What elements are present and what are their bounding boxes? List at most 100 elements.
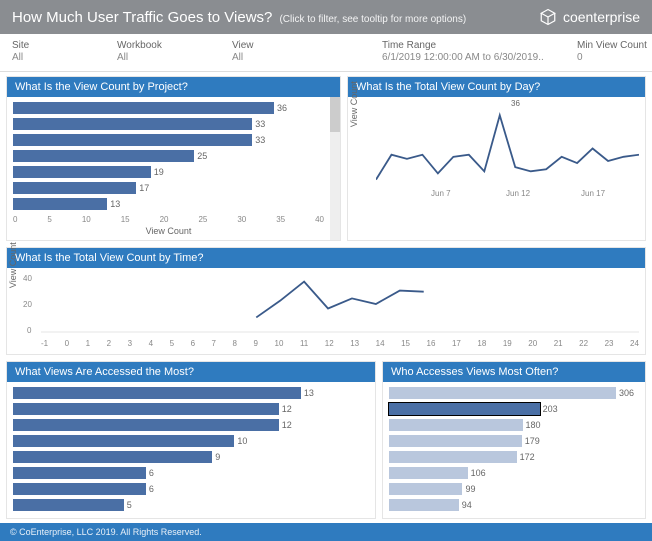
brand-name: coenterprise <box>563 9 640 25</box>
filter-value: All <box>117 52 212 63</box>
bar-label: 13 <box>304 388 314 398</box>
chart-most-views[interactable]: 13 12 12 10 9 6 6 5 <box>13 386 369 512</box>
bar-label: 5 <box>127 500 132 510</box>
bar-label: 172 <box>520 452 535 462</box>
page-title: How Much User Traffic Goes to Views? <box>12 9 272 26</box>
y-axis-label: View Count <box>349 81 359 127</box>
bar-label: 13 <box>110 199 120 209</box>
bar-label: 9 <box>215 452 220 462</box>
scroll-thumb[interactable] <box>330 97 340 132</box>
chart-by-project[interactable]: 36 33 33 25 19 17 13 <box>13 101 324 211</box>
bar[interactable]: 203 <box>389 402 639 416</box>
panel-title: What Is the Total View Count by Day? <box>348 77 645 97</box>
panel-most-views: What Views Are Accessed the Most? 13 12 12… <box>6 361 376 519</box>
panel-who-accesses: Who Accesses Views Most Often? 306 203180… <box>382 361 646 519</box>
bar-label: 94 <box>462 500 472 510</box>
bar[interactable]: 13 <box>13 386 369 400</box>
chart-by-day[interactable]: 36 Jun 7 Jun 12 Jun 17 <box>376 101 639 196</box>
y-axis-label: View Count <box>8 242 18 288</box>
bar[interactable]: 13 <box>13 197 324 211</box>
chart-who-accesses[interactable]: 306 203180 179 172 106 99 94 <box>389 386 639 512</box>
bar[interactable]: 36 <box>13 101 324 115</box>
filter-label: Workbook <box>117 40 212 51</box>
bar-label: 33 <box>255 119 265 129</box>
bar[interactable]: 25 <box>13 149 324 163</box>
filter-bar: Site All Workbook All View All Time Rang… <box>0 34 652 72</box>
bar[interactable]: 172 <box>389 450 639 464</box>
data-label: 36 <box>511 99 520 108</box>
cube-icon <box>539 8 557 26</box>
panel-by-time: What Is the Total View Count by Time? Vi… <box>6 247 646 355</box>
bar-label: 99 <box>465 484 475 494</box>
bar[interactable]: 12 <box>13 418 369 432</box>
filter-label: Min View Count <box>577 40 647 51</box>
bar-label: 180 <box>526 420 541 430</box>
brand-logo: coenterprise <box>539 8 640 26</box>
x-axis: -101234567891011121314151617181920212223… <box>41 337 639 350</box>
bar[interactable]: 106 <box>389 466 639 480</box>
header-title-wrap: How Much User Traffic Goes to Views? (Cl… <box>12 9 466 26</box>
panel-title: Who Accesses Views Most Often? <box>383 362 645 382</box>
filter-site[interactable]: Site All <box>12 40 117 63</box>
bar[interactable]: 306 <box>389 386 639 400</box>
x-tick: Jun 17 <box>581 189 605 198</box>
bar[interactable]: 12 <box>13 402 369 416</box>
bar-label: 6 <box>149 468 154 478</box>
filter-value: All <box>12 52 97 63</box>
bar-label: 25 <box>197 151 207 161</box>
page-subtitle: (Click to filter, see tooltip for more o… <box>279 14 466 25</box>
bar[interactable]: 180 <box>389 418 639 432</box>
bar-label: 6 <box>149 484 154 494</box>
dashboard: What Is the View Count by Project? 36333… <box>0 72 652 523</box>
chart-by-time[interactable] <box>41 272 639 334</box>
bar[interactable]: 94 <box>389 498 639 512</box>
bar[interactable]: 99 <box>389 482 639 496</box>
bar-label: 10 <box>237 436 247 446</box>
filter-min-view-count[interactable]: Min View Count 0 <box>577 40 652 63</box>
bar-label: 179 <box>525 436 540 446</box>
bar[interactable]: 179 <box>389 434 639 448</box>
panel-title: What Views Are Accessed the Most? <box>7 362 375 382</box>
bar[interactable]: 9 <box>13 450 369 464</box>
filter-workbook[interactable]: Workbook All <box>117 40 232 63</box>
panel-by-day: What Is the Total View Count by Day? Vie… <box>347 76 646 241</box>
bar[interactable]: 19 <box>13 165 324 179</box>
bar-label: 106 <box>471 468 486 478</box>
y-tick: 40 <box>23 274 32 283</box>
filter-label: View <box>232 40 362 51</box>
y-tick: 0 <box>27 326 31 335</box>
filter-view[interactable]: View All <box>232 40 382 63</box>
filter-label: Time Range <box>382 40 557 51</box>
bar-label: 12 <box>282 420 292 430</box>
footer: © CoEnterprise, LLC 2019. All Rights Res… <box>0 523 652 541</box>
filter-value: All <box>232 52 362 63</box>
filter-time-range[interactable]: Time Range 6/1/2019 12:00:00 AM to 6/30/… <box>382 40 577 63</box>
header-bar: How Much User Traffic Goes to Views? (Cl… <box>0 0 652 34</box>
bar-label: 203 <box>543 404 558 414</box>
filter-value: 6/1/2019 12:00:00 AM to 6/30/2019.. <box>382 52 557 63</box>
filter-label: Site <box>12 40 97 51</box>
y-tick: 20 <box>23 300 32 309</box>
bar[interactable]: 33 <box>13 117 324 131</box>
bar[interactable]: 5 <box>13 498 369 512</box>
x-tick: Jun 7 <box>431 189 451 198</box>
bar[interactable]: 10 <box>13 434 369 448</box>
bar-label: 36 <box>277 103 287 113</box>
bar[interactable]: 33 <box>13 133 324 147</box>
bar-label: 12 <box>282 404 292 414</box>
filter-value: 0 <box>577 52 647 63</box>
panel-title: What Is the Total View Count by Time? <box>7 248 645 268</box>
scrollbar[interactable] <box>330 97 340 240</box>
x-axis-label: View Count <box>13 226 324 236</box>
panel-title: What Is the View Count by Project? <box>7 77 340 97</box>
bar[interactable]: 6 <box>13 466 369 480</box>
bar[interactable]: 6 <box>13 482 369 496</box>
panel-by-project: What Is the View Count by Project? 36333… <box>6 76 341 241</box>
bar-label: 306 <box>619 388 634 398</box>
x-axis: 0510152025303540 <box>13 213 324 226</box>
bar-label: 17 <box>139 183 149 193</box>
x-tick: Jun 12 <box>506 189 530 198</box>
bar-label: 33 <box>255 135 265 145</box>
bar[interactable]: 17 <box>13 181 324 195</box>
bar-label: 19 <box>154 167 164 177</box>
